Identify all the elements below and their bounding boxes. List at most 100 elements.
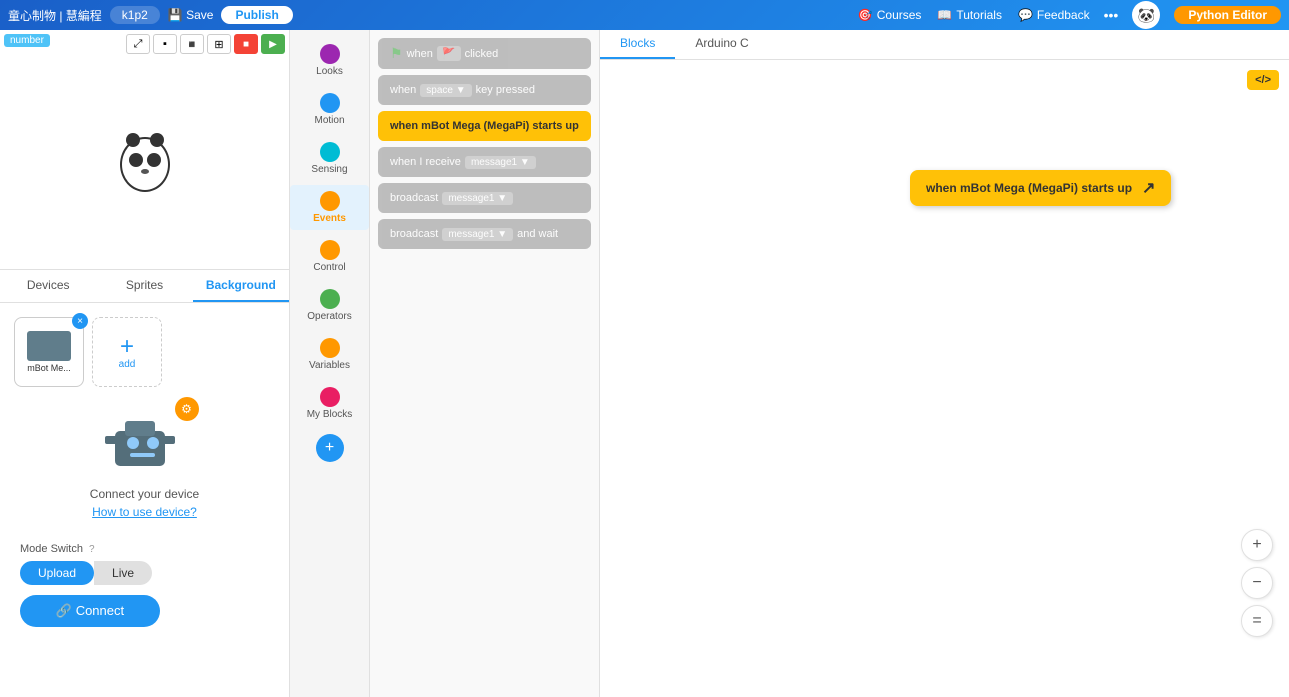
device-card-mbot[interactable]: × mBot Me... (14, 317, 84, 387)
flag-badge: 🚩 (437, 46, 461, 61)
events-color-dot (320, 191, 340, 211)
device-status-area: ⚙ Connect your device How to use device? (90, 401, 199, 519)
control-color-dot (320, 240, 340, 260)
device-list: × mBot Me... + add (10, 313, 279, 391)
category-control-label: Control (313, 262, 345, 273)
stage-area: number ⤢ ▪ ◾ ⊞ ■ ▶ (0, 30, 289, 270)
tab-sprites[interactable]: Sprites (96, 270, 192, 302)
tab-arduino-c[interactable]: Arduino C (675, 30, 768, 59)
mode-switch-label: Mode Switch (20, 543, 83, 555)
connect-device-label: Connect your device (90, 487, 199, 501)
tutorials-link[interactable]: 📖 Tutorials (937, 8, 1002, 22)
canvas-block-mbot-starts[interactable]: when mBot Mega (MegaPi) starts up ↗ (910, 170, 1171, 206)
connect-button[interactable]: 🔗 Connect (20, 595, 160, 627)
message-receive-dropdown[interactable]: message1 ▼ (465, 156, 536, 169)
run-button[interactable]: ▶ (261, 34, 285, 54)
tab-devices[interactable]: Devices (0, 270, 96, 302)
tutorials-icon: 📖 (937, 8, 952, 22)
canvas-area: Blocks Arduino C </> when mBot Mega (Meg… (600, 30, 1289, 697)
device-label: mBot Me... (27, 363, 71, 373)
flag-icon: ⚑ (390, 45, 403, 62)
courses-icon: 🎯 (858, 8, 873, 22)
category-operators[interactable]: Operators (290, 283, 369, 328)
category-operators-label: Operators (307, 311, 351, 322)
panda-ear-left (126, 133, 140, 147)
tab-background[interactable]: Background (193, 270, 289, 302)
my-blocks-color-dot (320, 387, 340, 407)
mode-buttons: Upload Live (20, 561, 269, 585)
block-categories-panel: Looks Motion Sensing Events Control Oper… (290, 30, 370, 697)
left-panel: number ⤢ ▪ ◾ ⊞ ■ ▶ (0, 30, 290, 697)
block-when-clicked[interactable]: ⚑ when 🚩 clicked (378, 38, 591, 69)
number-badge: number (4, 34, 50, 47)
half-stage-button[interactable]: ▪ (153, 34, 177, 54)
brand-logo: 童心制物 | 慧編程 (8, 7, 102, 24)
panda-sprite (120, 137, 170, 192)
block-when-receive[interactable]: when I receive message1 ▼ (378, 147, 591, 177)
tab-blocks[interactable]: Blocks (600, 30, 675, 59)
category-motion[interactable]: Motion (290, 87, 369, 132)
sensing-color-dot (320, 142, 340, 162)
cursor-icon: ↗ (1142, 178, 1155, 198)
save-button[interactable]: 💾 Save (168, 8, 214, 22)
category-sensing[interactable]: Sensing (290, 136, 369, 181)
main-layout: number ⤢ ▪ ◾ ⊞ ■ ▶ (0, 30, 1289, 697)
space-key-dropdown[interactable]: space ▼ (420, 84, 471, 97)
block-when-mbot-starts[interactable]: when mBot Mega (MegaPi) starts up (378, 111, 591, 141)
category-motion-label: Motion (314, 115, 344, 126)
expand-stage-button[interactable]: ⤢ (126, 34, 150, 54)
add-plus-icon: + (120, 335, 134, 359)
category-sensing-label: Sensing (311, 164, 347, 175)
device-close-button[interactable]: × (72, 313, 88, 329)
add-device-button[interactable]: + add (92, 317, 162, 387)
live-mode-button[interactable]: Live (94, 561, 152, 585)
project-name-field[interactable]: k1p2 (110, 6, 160, 24)
category-events[interactable]: Events (290, 185, 369, 230)
courses-link[interactable]: 🎯 Courses (858, 8, 922, 22)
mode-help-icon[interactable]: ? (89, 544, 95, 555)
zoom-fit-button[interactable]: = (1241, 605, 1273, 637)
device-thumbnail (27, 331, 71, 361)
background-panel: × mBot Me... + add (0, 303, 289, 697)
add-label: add (119, 359, 136, 370)
python-editor-button[interactable]: Python Editor (1174, 6, 1281, 24)
category-my-blocks-label: My Blocks (307, 409, 353, 420)
category-looks[interactable]: Looks (290, 38, 369, 83)
panda-nose (141, 169, 149, 174)
category-variables[interactable]: Variables (290, 332, 369, 377)
zoom-out-button[interactable]: − (1241, 567, 1273, 599)
block-broadcast[interactable]: broadcast message1 ▼ (378, 183, 591, 213)
broadcast-dropdown[interactable]: message1 ▼ (442, 192, 513, 205)
user-avatar[interactable]: 🐼 (1132, 1, 1160, 29)
feedback-link[interactable]: 💬 Feedback (1018, 8, 1090, 22)
category-variables-label: Variables (309, 360, 350, 371)
small-stage-button[interactable]: ◾ (180, 34, 204, 54)
gear-icon: ⚙ (175, 397, 199, 421)
how-to-use-link[interactable]: How to use device? (92, 505, 197, 519)
block-broadcast-wait[interactable]: broadcast message1 ▼ and wait (378, 219, 591, 249)
mode-switch-row: Mode Switch ? (20, 543, 269, 555)
looks-color-dot (320, 44, 340, 64)
robot-image: ⚙ (95, 401, 195, 481)
panda-ear-right (150, 133, 164, 147)
publish-button[interactable]: Publish (221, 6, 292, 24)
panda-eye-left (129, 153, 143, 167)
stop-button[interactable]: ■ (234, 34, 258, 54)
add-category-button[interactable]: + (316, 434, 344, 462)
motion-color-dot (320, 93, 340, 113)
zoom-controls: + − = (1241, 529, 1273, 637)
grid-stage-button[interactable]: ⊞ (207, 34, 231, 54)
broadcast-wait-dropdown[interactable]: message1 ▼ (442, 228, 513, 241)
category-control[interactable]: Control (290, 234, 369, 279)
zoom-in-button[interactable]: + (1241, 529, 1273, 561)
sprite-canvas (120, 137, 170, 192)
panda-eye-right (147, 153, 161, 167)
upload-mode-button[interactable]: Upload (20, 561, 94, 585)
left-tab-row: Devices Sprites Background (0, 270, 289, 303)
more-menu-button[interactable]: ••• (1104, 7, 1119, 23)
category-my-blocks[interactable]: My Blocks (290, 381, 369, 426)
canvas-workspace[interactable]: when mBot Mega (MegaPi) starts up ↗ + − … (600, 60, 1289, 697)
block-when-key-pressed[interactable]: when space ▼ key pressed (378, 75, 591, 105)
category-looks-label: Looks (316, 66, 343, 77)
variables-color-dot (320, 338, 340, 358)
